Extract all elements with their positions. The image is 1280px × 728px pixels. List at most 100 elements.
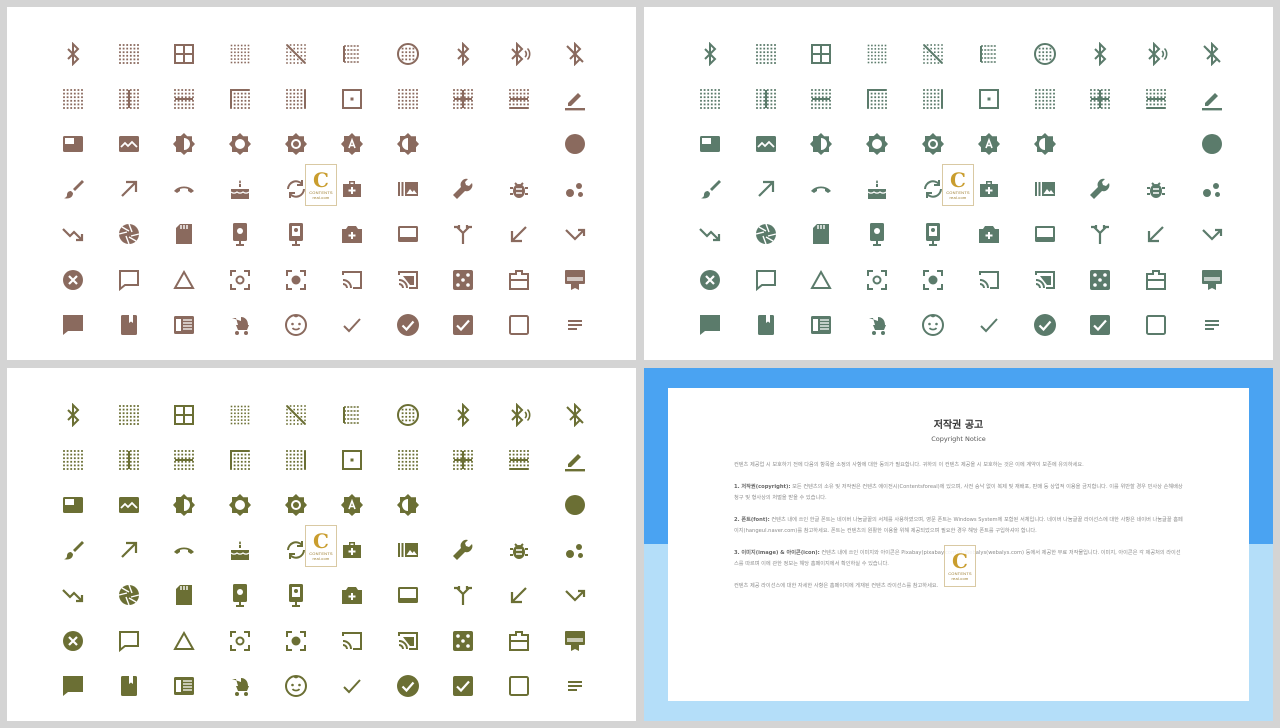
checkbox-checked-icon [436,663,492,708]
bluetooth-disabled-icon [547,31,603,76]
icon-slide-green[interactable]: C CONTENTS real.com [644,7,1273,360]
border-inner-dot-icon [961,76,1017,121]
notice-item-heading: 3. 이미지(image) & 아이콘(icon): [734,550,820,556]
brush-icon [45,167,101,212]
stamp-caption-bottom: real.com [312,195,330,200]
center-focus-strong-icon [268,257,324,302]
notice-card: 저작권 공고 Copyright Notice 컨텐츠 제공업 시 보호하기 전… [668,388,1249,701]
dots-circle-icon [380,31,436,76]
border-top-left-icon [212,437,268,482]
cast-icon [324,618,380,663]
moon-thin-icon [436,482,492,527]
border-inner-icon [436,76,492,121]
check-circle-icon [380,302,436,347]
chat-bubble-outline-icon [101,618,157,663]
phone-camera-front-icon [849,212,905,257]
book-icon [738,302,794,347]
border-all-icon [794,31,850,76]
bubbles-icon [547,167,603,212]
bluetooth-disabled-icon [1184,31,1240,76]
call-missed-icon [1184,212,1240,257]
arrow-down-left-icon [491,573,547,618]
check-icon [324,302,380,347]
wrench-icon [436,528,492,573]
stamp-letter: C [950,168,966,192]
dots-circle-icon [1017,31,1073,76]
card-display-icon [380,573,436,618]
brightness-half-alt-icon [1017,121,1073,166]
brightness-half-icon [157,121,213,166]
burst-photo-icon [380,167,436,212]
border-left-lines-icon [324,31,380,76]
grid-off-icon [268,31,324,76]
chat-bubble-outline-icon [101,257,157,302]
picture-in-picture-icon [45,482,101,527]
camera-plus-icon [324,573,380,618]
border-vertical-icon [101,76,157,121]
border-outer-dotted-icon [45,437,101,482]
bubbles-icon [1184,167,1240,212]
watermark-stamp: C CONTENTS real.com [942,164,974,206]
baby-face-icon [268,302,324,347]
brightness-auto-icon [324,121,380,166]
bluetooth-icon [45,392,101,437]
cake-icon [212,167,268,212]
center-focus-strong-icon [905,257,961,302]
circle-filled-icon [1184,121,1240,166]
moon-crescent-icon [491,121,547,166]
camera-plus-icon [961,212,1017,257]
bluetooth-icon [682,31,738,76]
edit-underline-icon [547,76,603,121]
triangle-outline-icon [157,257,213,302]
arrow-down-left-icon [1128,212,1184,257]
border-all-icon [157,31,213,76]
circle-filled-icon [547,482,603,527]
moon-thin-icon [1073,121,1129,166]
baby-face-icon [905,302,961,347]
bug-icon [491,167,547,212]
stamp-caption-bottom: real.com [312,556,330,561]
icon-slide-olive[interactable]: C CONTENTS real.com [7,368,636,721]
chat-bubble-icon [45,663,101,708]
center-focus-weak-icon [212,618,268,663]
work-outline-icon [491,257,547,302]
brightness-auto-icon [324,482,380,527]
notice-item-heading: 1. 저작권(copyright): [734,484,791,490]
border-left-lines-icon [324,392,380,437]
border-right-dotted-icon [905,76,961,121]
triangle-outline-icon [794,257,850,302]
image-wave-icon [738,121,794,166]
cake-icon [849,167,905,212]
arrow-down-left-icon [491,212,547,257]
border-right-dotted-icon [268,437,324,482]
phone-camera-rear-icon [905,212,961,257]
grid-off-icon [268,392,324,437]
image-wave-icon [101,482,157,527]
dots-circle-icon [380,392,436,437]
brush-icon [682,167,738,212]
dice-icon [436,257,492,302]
border-inner-dot-icon [324,76,380,121]
bluetooth-icon [1073,31,1129,76]
work-outline-icon [491,618,547,663]
phone-camera-rear-icon [268,212,324,257]
copyright-notice-slide[interactable]: 저작권 공고 Copyright Notice 컨텐츠 제공업 시 보호하기 전… [644,368,1273,721]
border-outer-dotted-icon [682,76,738,121]
call-end-icon [794,167,850,212]
bluetooth-disabled-icon [547,392,603,437]
stamp-letter: C [313,529,329,553]
camera-aperture-icon [738,212,794,257]
wrench-icon [1073,167,1129,212]
check-icon [324,663,380,708]
dots-grid-icon [101,31,157,76]
border-vertical-icon [738,76,794,121]
notice-item-heading: 2. 폰트(font): [734,517,770,523]
border-bottom-center-icon [491,76,547,121]
checkbox-checked-icon [436,302,492,347]
checkbox-checked-icon [1073,302,1129,347]
icon-slide-brown[interactable]: C CONTENTS real.com [7,7,636,360]
call-end-icon [157,528,213,573]
image-wave-icon [101,121,157,166]
call-merge-icon [436,573,492,618]
dots-grid-icon [101,392,157,437]
